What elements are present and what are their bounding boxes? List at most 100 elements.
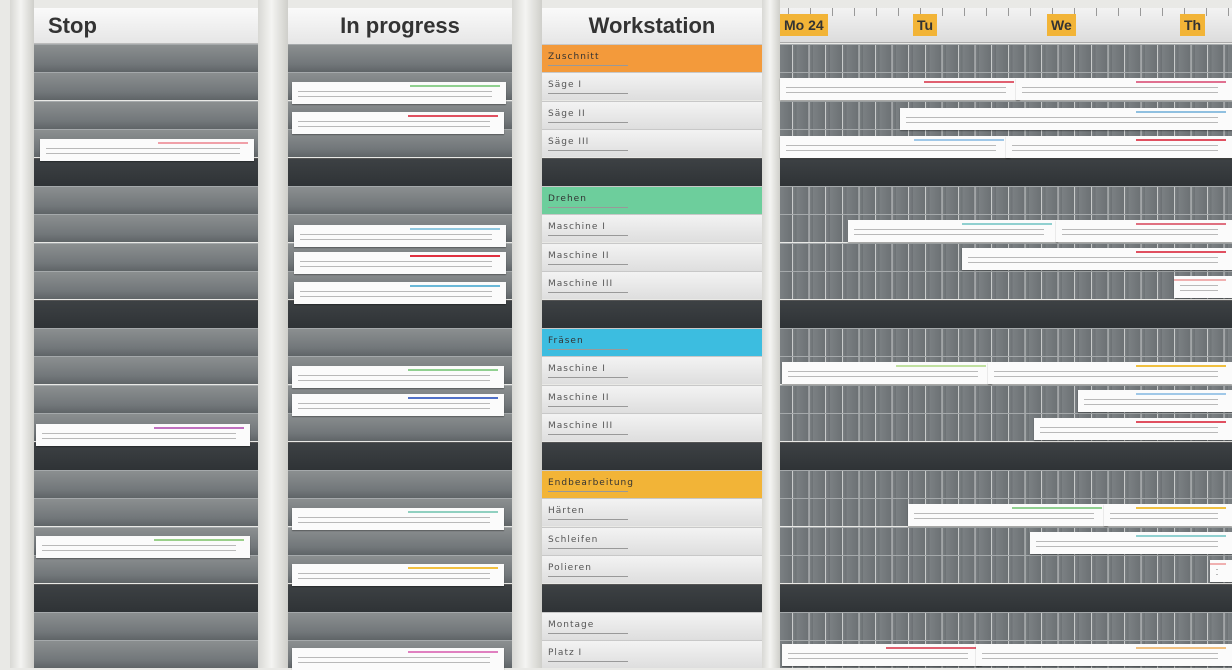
job-card[interactable] — [294, 225, 506, 247]
workstation-column-header: Workstation — [542, 8, 762, 45]
job-card[interactable] — [1034, 418, 1232, 440]
job-card[interactable] — [782, 362, 992, 384]
card-color-stripe — [1012, 507, 1102, 509]
card-print-line — [1180, 285, 1218, 286]
card-print-line — [298, 408, 490, 409]
board-rail — [10, 0, 34, 668]
ruler-tick — [1228, 8, 1229, 16]
workstation-column-title: Workstation — [588, 13, 716, 38]
card-color-stripe — [886, 647, 976, 649]
job-card[interactable] — [1030, 532, 1232, 554]
card-print-line — [298, 517, 490, 518]
timeline-grid — [780, 44, 1232, 669]
card-color-stripe — [408, 397, 498, 399]
card-color-stripe — [1136, 421, 1226, 423]
in-progress-column-header: In progress — [288, 8, 512, 45]
card-print-line — [854, 229, 1044, 230]
card-print-line — [42, 545, 236, 546]
job-card[interactable] — [962, 248, 1232, 270]
card-print-line — [1110, 513, 1218, 514]
card-color-stripe — [408, 511, 498, 513]
timeline-row — [780, 328, 1232, 356]
card-slot — [288, 44, 512, 72]
workstation-label: Schleifen — [548, 534, 629, 549]
workstation-divider — [542, 441, 762, 470]
card-slot — [34, 470, 258, 498]
ruler-tick — [964, 8, 965, 16]
stop-column-header: Stop — [34, 8, 258, 44]
job-card[interactable] — [36, 424, 250, 446]
workstation-divider — [542, 583, 762, 612]
job-card[interactable] — [294, 252, 506, 274]
card-print-line — [968, 262, 1218, 263]
card-print-line — [854, 234, 1044, 235]
workstation-row: Maschine III — [542, 271, 762, 300]
card-print-line — [788, 376, 978, 377]
job-card[interactable] — [780, 136, 1010, 158]
job-card[interactable] — [1006, 136, 1232, 158]
job-card[interactable] — [292, 508, 504, 530]
card-print-line — [1084, 404, 1218, 405]
job-card[interactable] — [292, 394, 504, 416]
job-card[interactable] — [40, 139, 254, 161]
timeline-row — [780, 157, 1232, 186]
workstation-label: Drehen — [548, 194, 628, 208]
job-card[interactable] — [900, 108, 1232, 130]
job-card[interactable] — [292, 564, 504, 586]
job-card[interactable] — [1104, 504, 1232, 526]
stop-column-title: Stop — [48, 12, 97, 38]
workstation-row-list: Zuschnitt Säge I Säge II Säge III Drehen Masc… — [542, 44, 762, 669]
card-color-stripe — [410, 85, 500, 87]
job-card[interactable] — [36, 536, 250, 558]
workstation-label: Zuschnitt — [548, 52, 629, 66]
workstation-divider — [542, 299, 762, 328]
job-card[interactable] — [1056, 220, 1232, 242]
timeline-row — [780, 44, 1232, 72]
card-print-line — [42, 438, 236, 439]
job-card[interactable] — [782, 644, 982, 666]
workstation-row: Säge I — [542, 72, 762, 101]
card-print-line — [298, 657, 490, 658]
card-slot — [34, 72, 258, 101]
card-print-line — [46, 148, 240, 149]
card-print-line — [982, 653, 1218, 654]
workstation-label: Maschine III — [548, 279, 629, 294]
job-card[interactable] — [292, 112, 504, 134]
job-card[interactable] — [976, 644, 1232, 666]
job-card[interactable] — [988, 362, 1232, 384]
job-card[interactable] — [1016, 78, 1232, 100]
card-print-line — [300, 234, 492, 235]
card-color-stripe — [962, 223, 1052, 225]
job-card[interactable] — [292, 648, 504, 670]
card-slot — [34, 186, 258, 214]
ruler-tick — [876, 8, 877, 16]
job-card[interactable] — [848, 220, 1058, 242]
job-card[interactable] — [1174, 276, 1232, 298]
job-card[interactable] — [780, 78, 1020, 100]
card-color-stripe — [1136, 393, 1226, 395]
card-print-line — [300, 266, 492, 267]
timeline-row — [780, 612, 1232, 640]
job-card[interactable] — [292, 82, 506, 104]
card-print-line — [298, 121, 490, 122]
job-card[interactable] — [294, 282, 506, 304]
board-rail — [258, 0, 288, 668]
card-color-stripe — [1136, 111, 1226, 113]
job-card[interactable] — [908, 504, 1108, 526]
card-color-stripe — [1136, 251, 1226, 253]
timeline-row — [780, 186, 1232, 214]
job-card[interactable] — [292, 366, 504, 388]
card-color-stripe — [1136, 365, 1226, 367]
job-card[interactable] — [1078, 390, 1232, 412]
workstation-row: Maschine I — [542, 214, 762, 243]
ruler-tick — [1118, 8, 1119, 16]
workstation-label: Säge II — [548, 108, 628, 123]
card-slot — [34, 555, 258, 584]
card-slot — [288, 526, 512, 555]
card-slot — [34, 299, 258, 328]
job-card[interactable] — [1210, 560, 1232, 582]
workstation-row: Maschine I — [542, 356, 762, 385]
card-print-line — [1036, 546, 1218, 547]
workstation-column: Workstation Zuschnitt Säge I Säge II Säge I… — [542, 0, 762, 669]
card-print-line — [1084, 399, 1218, 400]
